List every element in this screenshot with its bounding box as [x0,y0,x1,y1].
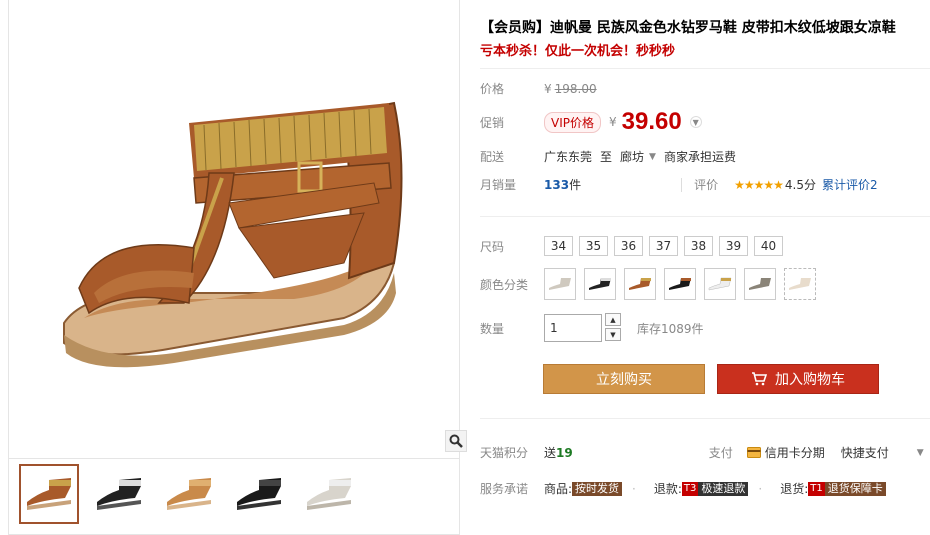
promo-text: 亏本秒杀！仅此一次机会！秒秒秒 [480,44,676,59]
sales-row: 月销量 133 件 评价 ★★★★★ 4.5分 累计评价2 [480,176,878,193]
zoom-icon [449,434,463,448]
color-option-brown[interactable] [624,268,656,300]
separator [681,177,683,192]
buy-now-label: 立刻购买 [596,372,652,388]
stock-text: 库存1089件 [637,321,704,336]
buy-now-button[interactable]: 立刻购买 [543,364,705,394]
decrement-icon[interactable]: ▼ [605,328,621,341]
thumbnail-image [97,478,141,510]
fast-refund-tag[interactable]: 极速退款 [698,481,749,496]
product-details: 【会员购】迪帆曼 民族风金色水钻罗马鞋 皮带扣木纹低坡跟女凉鞋 亏本秒杀！仅此一… [480,0,930,535]
thumbnail-image [27,478,71,510]
shipping-label: 配送 [480,150,505,164]
quantity-row: 数量 1 ▲ ▼ 库存1089件 [480,313,704,343]
divider [480,68,930,69]
thumbnail-strip [9,458,459,528]
size-option[interactable]: 39 [719,236,748,256]
points-value: 19 [556,445,573,460]
chevron-down-icon[interactable]: ▼ [689,116,702,128]
color-option-white[interactable] [704,268,736,300]
product-title: 【会员购】迪帆曼 民族风金色水钻罗马鞋 皮带扣木纹低坡跟女凉鞋 [480,20,896,36]
points-row: 天猫积分 送 19 支付 信用卡分期 快捷支付 ▼ [480,444,924,461]
service-return-label: 退货: [780,482,809,496]
sales-unit: 件 [569,178,582,192]
thumbnail-brown[interactable] [19,464,79,524]
t1-badge-icon: T1 [808,481,825,496]
ship-to-selector[interactable]: 廊坊 [620,148,644,165]
credit-card-icon [746,447,761,458]
color-option-black-white[interactable] [584,268,616,300]
size-option[interactable]: 35 [579,236,608,256]
thumbnail-image [307,478,351,510]
zoom-button[interactable] [445,430,467,452]
quick-pay[interactable]: 快捷支付 [841,444,889,461]
original-price: 198.00 [554,81,597,96]
thumbnail-image [237,478,281,510]
size-option[interactable]: 37 [649,236,678,256]
chevron-down-icon[interactable]: ▼ [649,152,656,162]
size-label: 尺码 [480,239,505,254]
promo-price-row: 促销 VIP价格 ¥ 39.60 ▼ [480,108,702,136]
thumbnail-black-white[interactable] [89,464,149,524]
price-label: 价格 [480,82,505,96]
sales-label: 月销量 [480,178,517,192]
promo-label: 促销 [480,115,505,130]
thumbnail-black[interactable] [229,464,289,524]
points-send: 送 [544,446,557,460]
t3-badge-icon: T3 [681,481,699,496]
size-option[interactable]: 38 [684,236,713,256]
shipping-row: 配送 广东东莞 至 廊坊 ▼ 商家承担运费 [480,148,736,165]
service-label: 服务承诺 [480,482,529,496]
ship-from: 广东东莞 [544,150,593,164]
reviews-link[interactable]: 累计评价2 [822,176,878,193]
currency-symbol: ¥ [544,81,552,96]
pay-label: 支付 [708,446,733,460]
rating-stars: ★★★★★ [734,177,784,192]
size-row: 尺码 34 35 36 37 38 39 40 [480,236,789,256]
size-option[interactable]: 34 [544,236,573,256]
quantity-label: 数量 [480,321,505,336]
cart-icon [752,372,767,386]
divider [480,418,930,419]
vip-badge: VIP价格 [544,111,601,133]
quantity-stepper[interactable]: ▲ ▼ [605,313,621,343]
service-row: 服务承诺 商品: 按时发货 · 退款: T3 极速退款 · 退货: T1 退货保… [480,480,886,497]
rating-label: 评价 [694,178,719,192]
add-to-cart-label: 加入购物车 [775,372,845,388]
service-refund-label: 退款: [653,482,682,496]
thumbnail-silver[interactable] [299,464,359,524]
service-goods-label: 商品: [544,482,573,496]
color-row: 颜色分类 [480,268,824,300]
color-option-silver[interactable] [544,268,576,300]
color-option-beige[interactable] [784,268,816,300]
rating-score: 4.5分 [784,178,816,192]
add-to-cart-button[interactable]: 加入购物车 [717,364,879,394]
color-label: 颜色分类 [480,277,529,292]
thumbnail-image [167,478,211,510]
current-price: 39.60 [621,108,682,135]
color-option-black[interactable] [664,268,696,300]
points-label: 天猫积分 [480,446,529,460]
price-row: 价格 ¥ 198.00 [480,80,597,97]
main-product-image[interactable] [9,0,459,455]
color-option-gray[interactable] [744,268,776,300]
product-gallery [8,0,467,535]
quantity-input[interactable]: 1 [544,314,602,342]
shipping-note: 商家承担运费 [663,150,736,164]
ship-to-word: 至 [600,150,613,164]
dot-separator: · [758,481,763,496]
return-guarantee-tag[interactable]: 退货保障卡 [824,481,886,496]
increment-icon[interactable]: ▲ [605,313,621,326]
credit-installment[interactable]: 信用卡分期 [765,444,825,461]
sales-count: 133 [544,177,570,192]
thumbnail-tan[interactable] [159,464,219,524]
divider [480,216,930,217]
sandal-image [63,101,403,367]
currency-symbol: ¥ [609,115,617,129]
ontime-shipping-tag[interactable]: 按时发货 [572,481,623,496]
size-option[interactable]: 40 [754,236,783,256]
size-option[interactable]: 36 [614,236,643,256]
dot-separator: · [632,481,636,496]
chevron-down-icon[interactable]: ▼ [917,448,924,458]
